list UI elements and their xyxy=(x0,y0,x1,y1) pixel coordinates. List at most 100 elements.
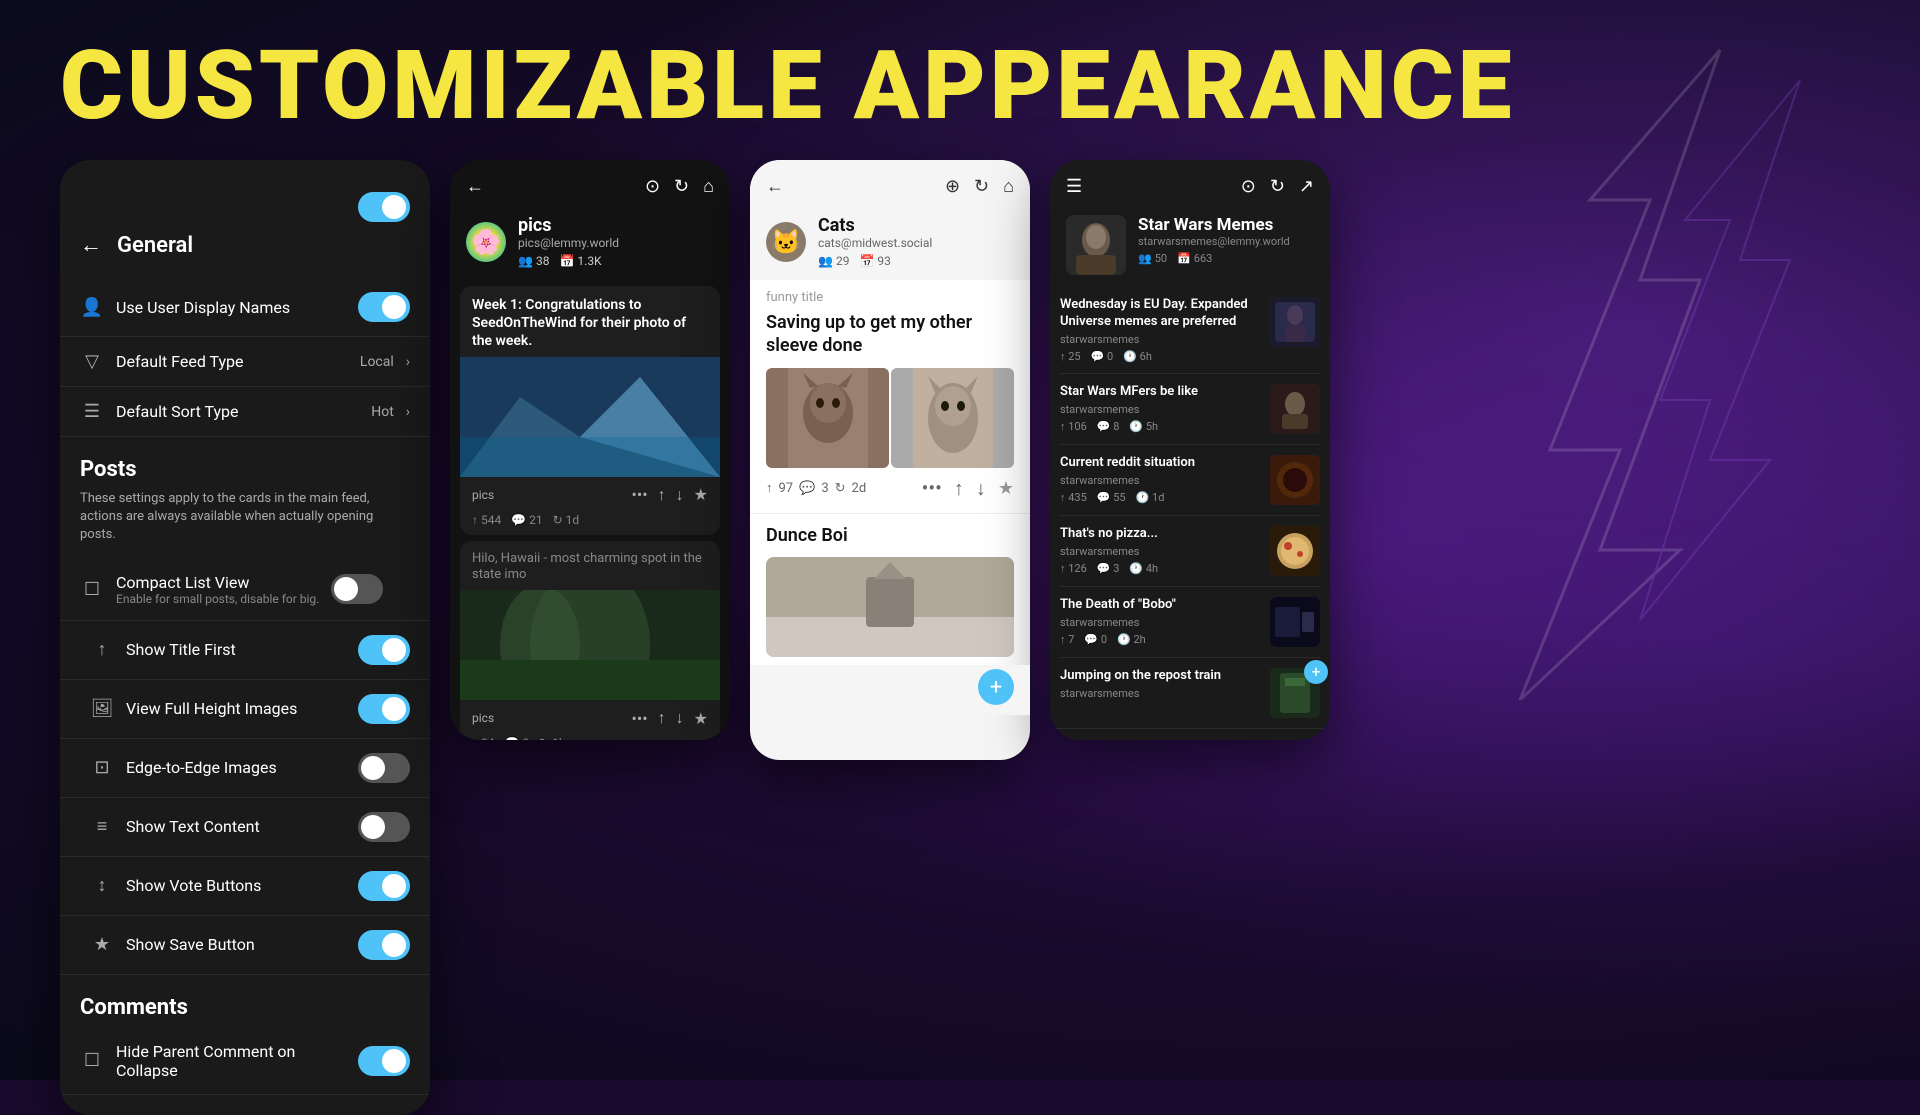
upvote-icon-2[interactable]: ↑ xyxy=(658,708,666,728)
posts-section-desc: These settings apply to the cards in the… xyxy=(60,490,430,559)
hide-parent-comment-toggle[interactable] xyxy=(358,1046,410,1076)
pics-back-icon[interactable]: ← xyxy=(466,176,484,197)
cats-bottom: + xyxy=(750,665,1030,715)
sw-post-4-thumb xyxy=(1270,526,1320,576)
sw-post-item-5[interactable]: The Death of "Bobo" starwarsmemes ↑ 7 💬 … xyxy=(1060,587,1320,658)
cats-comment-icon: 💬 xyxy=(799,481,815,496)
view-full-height-images-toggle[interactable] xyxy=(358,694,410,724)
cat-image-1 xyxy=(766,368,889,468)
pics-post-2-comments: 💬 0 xyxy=(504,736,529,740)
sw-post-2-upvotes: ↑ 106 xyxy=(1060,420,1087,433)
sw-post-3-comments: 💬 55 xyxy=(1097,491,1126,504)
upvote-icon[interactable]: ↑ xyxy=(658,485,666,505)
sw-refresh-icon[interactable]: ↻ xyxy=(1270,176,1285,197)
sw-post-item-6[interactable]: Jumping on the repost train starwarsmeme… xyxy=(1060,658,1320,728)
sw-post-1-time: 🕐 6h xyxy=(1123,350,1152,363)
sw-nav-right: ⊙ ↻ ↗ xyxy=(1241,176,1314,197)
show-save-button-toggle[interactable] xyxy=(358,930,410,960)
cats-members-stat: 👥 29 xyxy=(818,254,849,268)
sw-post-2-content: Star Wars MFers be like starwarsmemes ↑ … xyxy=(1060,384,1260,433)
cats-nav-left: ← xyxy=(766,176,784,197)
cats-post-1[interactable]: funny title Saving up to get my other sl… xyxy=(750,280,1030,514)
pics-home-icon[interactable]: ⌂ xyxy=(703,176,714,197)
more-icon[interactable]: ••• xyxy=(631,485,647,504)
sw-post-6-content: Jumping on the repost train starwarsmeme… xyxy=(1060,668,1260,704)
sw-post-2-community: starwarsmemes xyxy=(1060,403,1260,416)
cats-community-stats: 👥 29 📅 93 xyxy=(818,254,1014,268)
cats-back-icon[interactable]: ← xyxy=(766,176,784,197)
sw-post-item[interactable]: Wednesday is EU Day. Expanded Universe m… xyxy=(1060,287,1320,374)
show-vote-buttons-toggle[interactable] xyxy=(358,871,410,901)
cats-fav-btn[interactable]: ★ xyxy=(998,478,1014,499)
settings-title: General xyxy=(117,233,193,258)
sw-post-4-stats: ↑ 126 💬 3 🕐 4h xyxy=(1060,562,1260,575)
sw-circle-icon[interactable]: ⊙ xyxy=(1241,176,1256,197)
cats-community-handle: cats@midwest.social xyxy=(818,236,1014,250)
sw-post-1-stats: ↑ 25 💬 0 🕐 6h xyxy=(1060,350,1260,363)
cats-downvote-btn[interactable]: ↓ xyxy=(976,476,986,501)
cats-home-icon[interactable]: ⌂ xyxy=(1003,176,1014,197)
title-first-icon: ↑ xyxy=(90,639,114,660)
default-sort-type-row[interactable]: ☰ Default Sort Type Hot › xyxy=(60,387,430,437)
show-save-button-label: Show Save Button xyxy=(126,935,346,954)
cats-upvote-icon[interactable]: ↑ xyxy=(766,480,773,496)
sw-post-3-upvotes: ↑ 435 xyxy=(1060,491,1087,504)
downvote-icon[interactable]: ↓ xyxy=(676,485,684,505)
show-text-content-row: ≡ Show Text Content xyxy=(60,798,430,857)
use-user-display-names-toggle[interactable] xyxy=(358,292,410,322)
chevron-right-icon-2: › xyxy=(406,404,410,420)
default-feed-type-value: Local xyxy=(360,354,394,370)
cats-post-2[interactable]: Dunce Boi xyxy=(750,514,1030,665)
pics-post-2[interactable]: Hilo, Hawaii - most charming spot in the… xyxy=(460,541,720,740)
sw-post-5-title: The Death of "Bobo" xyxy=(1060,597,1260,614)
view-full-height-images-label: View Full Height Images xyxy=(126,699,346,718)
edge-to-edge-images-toggle[interactable] xyxy=(358,753,410,783)
more-icon-2[interactable]: ••• xyxy=(631,709,647,728)
show-text-content-toggle[interactable] xyxy=(358,812,410,842)
cats-more-icon[interactable]: ••• xyxy=(922,476,942,500)
settings-header: ← General xyxy=(60,222,430,278)
show-vote-buttons-label: Show Vote Buttons xyxy=(126,876,346,895)
pics-refresh-icon[interactable]: ↻ xyxy=(674,176,689,197)
cats-upvote-btn[interactable]: ↑ xyxy=(954,476,964,501)
cats-fab-button[interactable]: + xyxy=(978,669,1014,705)
cats-nav-right: ⊕ ↻ ⌂ xyxy=(945,176,1014,197)
sw-nav: ☰ ⊙ ↻ ↗ xyxy=(1050,160,1330,207)
cats-post-1-stats: ↑ 97 💬 3 ↻ 2d xyxy=(766,480,910,496)
show-title-first-row: ↑ Show Title First xyxy=(60,621,430,680)
pics-post-2-stats: ↑ 24 💬 0 ↻ 1h xyxy=(460,736,720,740)
sw-community-header: Star Wars Memes starwarsmemes@lemmy.worl… xyxy=(1050,207,1330,287)
pics-post-1[interactable]: Week 1: Congratulations to SeedOnTheWind… xyxy=(460,286,720,535)
pics-nav: ← ⊙ ↻ ⌂ xyxy=(450,160,730,207)
sw-post-5-time: 🕐 2h xyxy=(1117,633,1146,646)
comments-section-title: Comments xyxy=(60,975,430,1028)
downvote-icon-2[interactable]: ↓ xyxy=(676,708,684,728)
pics-circle-icon[interactable]: ⊙ xyxy=(645,176,660,197)
sw-menu-icon[interactable]: ☰ xyxy=(1066,176,1082,197)
sw-post-item-3[interactable]: Current reddit situation starwarsmemes ↑… xyxy=(1060,445,1320,516)
sw-post-5-content: The Death of "Bobo" starwarsmemes ↑ 7 💬 … xyxy=(1060,597,1260,646)
sw-post-item-4[interactable]: That's no pizza... starwarsmemes ↑ 126 💬… xyxy=(1060,516,1320,587)
sort-icon: ☰ xyxy=(80,401,104,422)
filter-icon: ▽ xyxy=(80,351,104,372)
sw-post-3-content: Current reddit situation starwarsmemes ↑… xyxy=(1060,455,1260,504)
sw-post-5-comments: 💬 0 xyxy=(1084,633,1107,646)
sw-fab-button[interactable]: + xyxy=(1304,660,1328,684)
cats-refresh-icon[interactable]: ↻ xyxy=(974,176,989,197)
edge-icon: ⊡ xyxy=(90,757,114,778)
bookmark-icon-2[interactable]: ★ xyxy=(694,709,708,728)
sw-nav-left: ☰ xyxy=(1066,176,1082,197)
sw-post-item-2[interactable]: Star Wars MFers be like starwarsmemes ↑ … xyxy=(1060,374,1320,445)
show-title-first-toggle[interactable] xyxy=(358,635,410,665)
sw-share-icon[interactable]: ↗ xyxy=(1299,176,1314,197)
default-feed-type-row[interactable]: ▽ Default Feed Type Local › xyxy=(60,337,430,387)
top-toggle[interactable] xyxy=(358,192,410,222)
bookmark-icon[interactable]: ★ xyxy=(694,485,708,504)
compact-list-view-toggle[interactable] xyxy=(331,574,383,604)
cats-add-icon[interactable]: ⊕ xyxy=(945,176,960,197)
sw-bottom-nav: ⊞ 🔍 👤 🖼 ⚙ xyxy=(1050,728,1330,740)
sw-community-handle: starwarsmemes@lemmy.world xyxy=(1138,235,1314,248)
pics-post-1-title: Week 1: Congratulations to SeedOnTheWind… xyxy=(460,286,720,357)
back-button[interactable]: ← xyxy=(80,232,102,258)
image-height-icon: 🖼 xyxy=(90,698,114,719)
